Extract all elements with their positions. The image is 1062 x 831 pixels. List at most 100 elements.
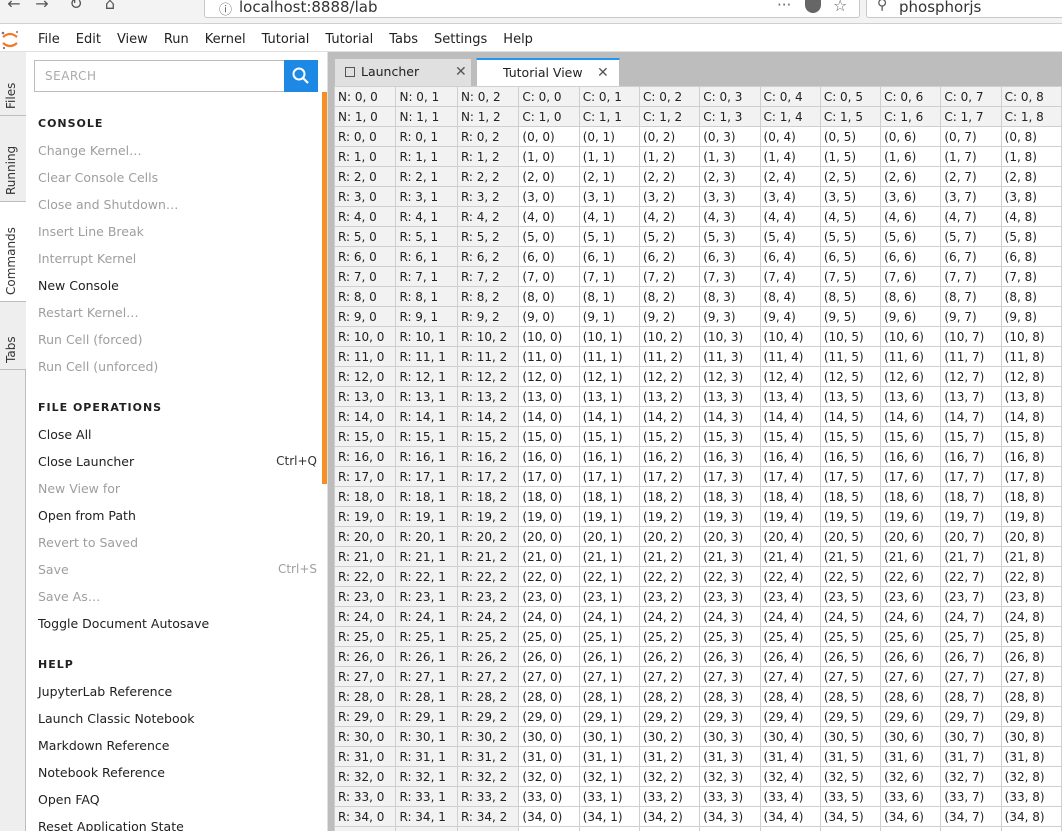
table-cell[interactable]: (26, 8) <box>1000 646 1062 667</box>
row-header-cell[interactable]: R: 7, 2 <box>456 266 520 287</box>
table-cell[interactable]: (9, 1) <box>578 306 640 327</box>
table-cell[interactable]: (22, 5) <box>819 566 882 587</box>
header-cell[interactable]: C: 1, 2 <box>638 106 701 127</box>
table-cell[interactable]: (31, 3) <box>699 746 761 767</box>
table-cell[interactable]: (20, 1) <box>578 526 640 547</box>
table-cell[interactable]: (29, 8) <box>1000 706 1062 727</box>
table-cell[interactable]: (20, 4) <box>759 526 821 547</box>
table-cell[interactable]: (9, 7) <box>940 306 1002 327</box>
table-cell[interactable]: (32, 5) <box>819 766 882 787</box>
command-item[interactable]: Toggle Document Autosave <box>26 610 321 637</box>
table-cell[interactable]: (7, 4) <box>759 266 821 287</box>
table-cell[interactable]: (6, 7) <box>940 246 1002 267</box>
table-cell[interactable]: (19, 7) <box>940 506 1002 527</box>
table-cell[interactable]: (18, 5) <box>819 486 882 507</box>
table-cell[interactable]: (5, 2) <box>638 226 701 247</box>
table-cell[interactable]: (17, 4) <box>759 466 821 487</box>
table-cell[interactable]: (6, 5) <box>819 246 882 267</box>
table-cell[interactable]: (8, 4) <box>759 286 821 307</box>
table-cell[interactable]: (20, 2) <box>638 526 701 547</box>
table-cell[interactable]: (8, 3) <box>699 286 761 307</box>
table-cell[interactable]: (24, 3) <box>699 606 761 627</box>
table-cell[interactable]: (1, 8) <box>1000 146 1062 167</box>
table-cell[interactable]: (17, 8) <box>1000 466 1062 487</box>
table-cell[interactable]: (10, 4) <box>759 326 821 347</box>
command-item[interactable]: Reset Application State <box>26 813 321 831</box>
table-cell[interactable]: (1, 6) <box>880 146 942 167</box>
table-cell[interactable]: (4, 8) <box>1000 206 1062 227</box>
table-cell[interactable]: (33, 0) <box>518 786 580 807</box>
row-header-cell[interactable]: R: 4, 0 <box>334 206 397 227</box>
table-cell[interactable]: (24, 5) <box>819 606 882 627</box>
table-cell[interactable]: (7, 2) <box>638 266 701 287</box>
row-header-cell[interactable]: R: 35, 0 <box>334 826 397 831</box>
table-cell[interactable]: (15, 3) <box>699 426 761 447</box>
table-cell[interactable]: (22, 7) <box>940 566 1002 587</box>
table-cell[interactable]: (28, 1) <box>578 686 640 707</box>
row-header-cell[interactable]: R: 2, 2 <box>456 166 520 187</box>
header-cell[interactable]: N: 1, 1 <box>395 106 458 127</box>
table-cell[interactable]: (30, 8) <box>1000 726 1062 747</box>
row-header-cell[interactable]: R: 33, 2 <box>456 786 520 807</box>
row-header-cell[interactable]: R: 18, 1 <box>395 486 458 507</box>
table-cell[interactable]: (21, 0) <box>518 546 580 567</box>
palette-search-input[interactable] <box>34 60 284 92</box>
header-cell[interactable]: N: 1, 0 <box>334 106 397 127</box>
command-item[interactable]: Launch Classic Notebook <box>26 705 321 732</box>
table-cell[interactable]: (24, 6) <box>880 606 942 627</box>
table-cell[interactable]: (21, 3) <box>699 546 761 567</box>
menu-tutorial[interactable]: Tutorial <box>254 28 318 52</box>
command-item[interactable]: Insert Line Break <box>26 218 321 245</box>
table-cell[interactable]: (11, 8) <box>1000 346 1062 367</box>
row-header-cell[interactable]: R: 18, 0 <box>334 486 397 507</box>
table-cell[interactable]: (14, 3) <box>699 406 761 427</box>
table-cell[interactable]: (23, 0) <box>518 586 580 607</box>
table-cell[interactable]: (28, 6) <box>880 686 942 707</box>
header-cell[interactable]: N: 1, 2 <box>456 106 520 127</box>
table-cell[interactable]: (33, 1) <box>578 786 640 807</box>
table-cell[interactable]: (7, 3) <box>699 266 761 287</box>
table-cell[interactable]: (27, 3) <box>699 666 761 687</box>
table-cell[interactable]: (27, 7) <box>940 666 1002 687</box>
header-cell[interactable]: C: 0, 6 <box>880 86 942 107</box>
row-header-cell[interactable]: R: 6, 2 <box>456 246 520 267</box>
table-cell[interactable]: (5, 1) <box>578 226 640 247</box>
table-cell[interactable]: (24, 0) <box>518 606 580 627</box>
table-cell[interactable]: (11, 1) <box>578 346 640 367</box>
table-cell[interactable]: (22, 3) <box>699 566 761 587</box>
header-cell[interactable]: N: 0, 0 <box>334 86 397 107</box>
table-cell[interactable]: (25, 7) <box>940 626 1002 647</box>
row-header-cell[interactable]: R: 17, 1 <box>395 466 458 487</box>
row-header-cell[interactable]: R: 1, 0 <box>334 146 397 167</box>
tab-tabs[interactable]: Tabs <box>0 302 26 370</box>
table-cell[interactable]: (18, 2) <box>638 486 701 507</box>
table-cell[interactable]: (25, 1) <box>578 626 640 647</box>
row-header-cell[interactable]: R: 0, 2 <box>456 126 520 147</box>
header-cell[interactable]: C: 1, 5 <box>819 106 882 127</box>
row-header-cell[interactable]: R: 15, 1 <box>395 426 458 447</box>
row-header-cell[interactable]: R: 24, 2 <box>456 606 520 627</box>
command-item[interactable]: Change Kernel… <box>26 137 321 164</box>
table-cell[interactable]: (30, 4) <box>759 726 821 747</box>
table-cell[interactable]: (16, 6) <box>880 446 942 467</box>
table-cell[interactable]: (22, 6) <box>880 566 942 587</box>
close-icon[interactable]: ✕ <box>597 60 609 86</box>
table-cell[interactable]: (14, 2) <box>638 406 701 427</box>
table-cell[interactable]: (21, 5) <box>819 546 882 567</box>
table-cell[interactable]: (28, 7) <box>940 686 1002 707</box>
table-cell[interactable]: (12, 4) <box>759 366 821 387</box>
table-cell[interactable]: (11, 6) <box>880 346 942 367</box>
table-cell[interactable]: (22, 8) <box>1000 566 1062 587</box>
table-cell[interactable]: (15, 8) <box>1000 426 1062 447</box>
command-item[interactable]: Markdown Reference <box>26 732 321 759</box>
row-header-cell[interactable]: R: 4, 1 <box>395 206 458 227</box>
table-cell[interactable]: (31, 0) <box>518 746 580 767</box>
header-cell[interactable]: C: 1, 7 <box>940 106 1002 127</box>
table-cell[interactable]: (19, 8) <box>1000 506 1062 527</box>
table-cell[interactable]: (12, 1) <box>578 366 640 387</box>
table-cell[interactable]: (15, 4) <box>759 426 821 447</box>
menu-tutorial[interactable]: Tutorial <box>317 28 381 52</box>
row-header-cell[interactable]: R: 6, 0 <box>334 246 397 267</box>
table-cell[interactable]: (30, 2) <box>638 726 701 747</box>
table-cell[interactable]: (30, 7) <box>940 726 1002 747</box>
